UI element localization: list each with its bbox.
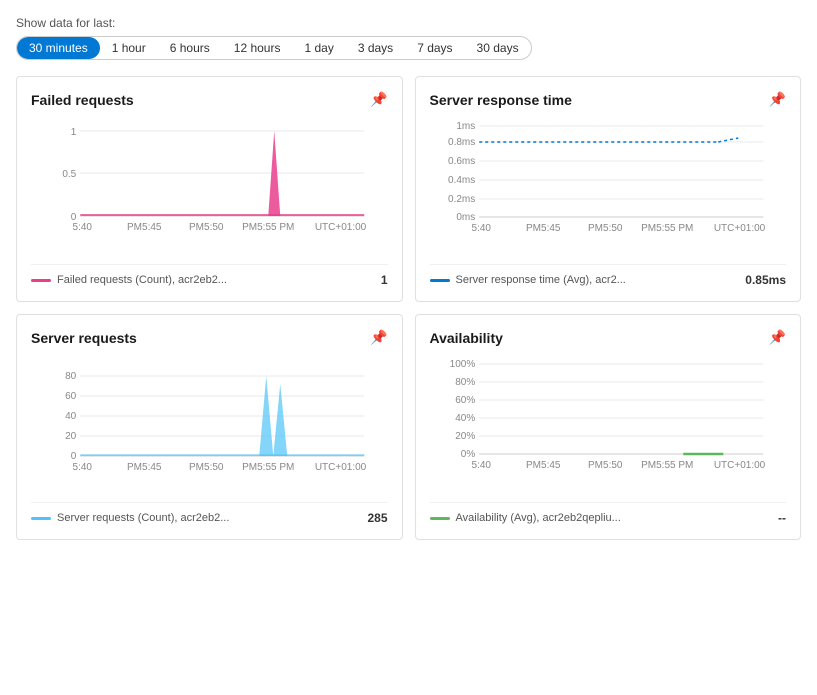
svg-text:0.8ms: 0.8ms <box>448 137 475 148</box>
svg-text:5:40: 5:40 <box>471 460 491 471</box>
svg-text:20%: 20% <box>455 431 475 442</box>
show-label: Show data for last: <box>16 16 801 30</box>
svg-text:0ms: 0ms <box>456 212 475 223</box>
card-title-failed-requests: Failed requests <box>31 92 134 108</box>
time-filter-bar: 30 minutes1 hour6 hours12 hours1 day3 da… <box>16 36 532 60</box>
legend-text-server-response-time: Server response time (Avg), acr2... <box>456 274 626 286</box>
svg-text:5:40: 5:40 <box>471 223 491 234</box>
time-btn-1-day[interactable]: 1 day <box>292 37 345 59</box>
legend-text-server-requests: Server requests (Count), acr2eb2... <box>57 512 229 524</box>
svg-text:5:40: 5:40 <box>73 222 93 233</box>
svg-text:PM5:45: PM5:45 <box>127 462 162 473</box>
svg-text:PM5:55 PM: PM5:55 PM <box>242 462 294 473</box>
svg-text:PM5:45: PM5:45 <box>526 460 561 471</box>
svg-text:0: 0 <box>71 451 77 462</box>
svg-text:UTC+01:00: UTC+01:00 <box>315 222 367 233</box>
time-btn-12-hours[interactable]: 12 hours <box>222 37 293 59</box>
chart-svg-availability: 100% 80% 60% 40% 20% 0%5:40 PM5:45 PM5:50 PM5:55… <box>430 354 787 494</box>
svg-text:PM5:55 PM: PM5:55 PM <box>242 222 294 233</box>
svg-text:0.5: 0.5 <box>62 169 76 180</box>
chart-area-server-response-time: 1ms 0.8ms 0.6ms 0.4ms 0.2ms 0ms5:40 PM5:45 PM5:… <box>430 116 787 256</box>
svg-text:0.6ms: 0.6ms <box>448 156 475 167</box>
chart-area-server-requests: 80 60 40 20 05:40 PM5:45 PM5:50 PM5:55 PM UTC+01… <box>31 354 388 494</box>
pin-icon-availability[interactable]: 📌 <box>769 329 786 346</box>
svg-text:UTC+01:00: UTC+01:00 <box>713 460 765 471</box>
svg-text:PM5:55 PM: PM5:55 PM <box>641 460 693 471</box>
svg-text:5:40: 5:40 <box>73 462 93 473</box>
svg-text:100%: 100% <box>449 359 475 370</box>
svg-text:1ms: 1ms <box>456 121 475 132</box>
legend-line-server-response-time <box>430 279 450 282</box>
legend-value-server-requests: 285 <box>367 511 387 525</box>
pin-icon-server-response-time[interactable]: 📌 <box>769 91 786 108</box>
legend-text-availability: Availability (Avg), acr2eb2qepliu... <box>456 512 621 524</box>
time-filter-section: Show data for last: 30 minutes1 hour6 ho… <box>16 16 801 60</box>
svg-text:PM5:55 PM: PM5:55 PM <box>641 223 693 234</box>
card-availability: Availability 📌 100% 80% 60% 40% 20% 0%5:40 PM5:4… <box>415 314 802 540</box>
time-btn-3-days[interactable]: 3 days <box>346 37 405 59</box>
svg-text:80: 80 <box>65 371 77 382</box>
legend-left-server-requests: Server requests (Count), acr2eb2... <box>31 512 229 524</box>
chart-area-availability: 100% 80% 60% 40% 20% 0%5:40 PM5:45 PM5:50 PM5:55… <box>430 354 787 494</box>
svg-text:PM5:45: PM5:45 <box>127 222 162 233</box>
pin-icon-failed-requests[interactable]: 📌 <box>370 91 387 108</box>
legend-value-failed-requests: 1 <box>381 273 388 287</box>
legend-line-availability <box>430 517 450 520</box>
pin-icon-server-requests[interactable]: 📌 <box>370 329 387 346</box>
chart-svg-failed-requests: 10.505:40PM5:45PM5:50PM5:55 PMUTC+01:00 <box>31 116 388 256</box>
card-header-server-response-time: Server response time 📌 <box>430 91 787 108</box>
chart-area-failed-requests: 10.505:40PM5:45PM5:50PM5:55 PMUTC+01:00 <box>31 116 388 256</box>
svg-text:UTC+01:00: UTC+01:00 <box>315 462 367 473</box>
svg-text:PM5:50: PM5:50 <box>588 223 623 234</box>
time-btn-30-minutes[interactable]: 30 minutes <box>17 37 100 59</box>
chart-legend-failed-requests: Failed requests (Count), acr2eb2... 1 <box>31 264 388 287</box>
svg-text:PM5:50: PM5:50 <box>189 462 224 473</box>
svg-text:PM5:45: PM5:45 <box>526 223 561 234</box>
card-server-response-time: Server response time 📌 1ms 0.8ms 0.6ms 0.4ms 0… <box>415 76 802 302</box>
svg-text:80%: 80% <box>455 377 475 388</box>
svg-text:1: 1 <box>71 127 77 138</box>
legend-value-availability: -- <box>778 511 786 525</box>
legend-left-availability: Availability (Avg), acr2eb2qepliu... <box>430 512 621 524</box>
svg-text:PM5:50: PM5:50 <box>588 460 623 471</box>
svg-text:0%: 0% <box>460 449 475 460</box>
card-header-failed-requests: Failed requests 📌 <box>31 91 388 108</box>
legend-line-server-requests <box>31 517 51 520</box>
svg-text:40: 40 <box>65 411 77 422</box>
legend-value-server-response-time: 0.85ms <box>745 273 786 287</box>
time-btn-30-days[interactable]: 30 days <box>465 37 531 59</box>
chart-svg-server-requests: 80 60 40 20 05:40 PM5:45 PM5:50 PM5:55 PM UTC+01… <box>31 354 388 494</box>
legend-left-failed-requests: Failed requests (Count), acr2eb2... <box>31 274 227 286</box>
charts-grid: Failed requests📌10.505:40PM5:45PM5:50PM5… <box>16 76 801 540</box>
svg-text:0.2ms: 0.2ms <box>448 194 475 205</box>
time-btn-7-days[interactable]: 7 days <box>405 37 464 59</box>
chart-legend-availability: Availability (Avg), acr2eb2qepliu... -- <box>430 502 787 525</box>
chart-svg-server-response-time: 1ms 0.8ms 0.6ms 0.4ms 0.2ms 0ms5:40 PM5:45 PM5:… <box>430 116 787 256</box>
legend-left-server-response-time: Server response time (Avg), acr2... <box>430 274 626 286</box>
svg-text:PM5:50: PM5:50 <box>189 222 224 233</box>
card-header-server-requests: Server requests 📌 <box>31 329 388 346</box>
card-server-requests: Server requests 📌 80 60 40 20 05:40 PM5:45 PM5:5… <box>16 314 403 540</box>
time-btn-1-hour[interactable]: 1 hour <box>100 37 158 59</box>
chart-legend-server-requests: Server requests (Count), acr2eb2... 285 <box>31 502 388 525</box>
svg-text:60%: 60% <box>455 395 475 406</box>
legend-text-failed-requests: Failed requests (Count), acr2eb2... <box>57 274 227 286</box>
card-title-availability: Availability <box>430 330 503 346</box>
card-failed-requests: Failed requests📌10.505:40PM5:45PM5:50PM5… <box>16 76 403 302</box>
card-header-availability: Availability 📌 <box>430 329 787 346</box>
time-btn-6-hours[interactable]: 6 hours <box>158 37 222 59</box>
card-title-server-response-time: Server response time <box>430 92 572 108</box>
svg-text:0.4ms: 0.4ms <box>448 175 475 186</box>
svg-text:UTC+01:00: UTC+01:00 <box>713 223 765 234</box>
chart-legend-server-response-time: Server response time (Avg), acr2... 0.85m… <box>430 264 787 287</box>
svg-text:20: 20 <box>65 431 77 442</box>
svg-text:40%: 40% <box>455 413 475 424</box>
card-title-server-requests: Server requests <box>31 330 137 346</box>
svg-text:60: 60 <box>65 391 77 402</box>
legend-line-failed-requests <box>31 279 51 282</box>
